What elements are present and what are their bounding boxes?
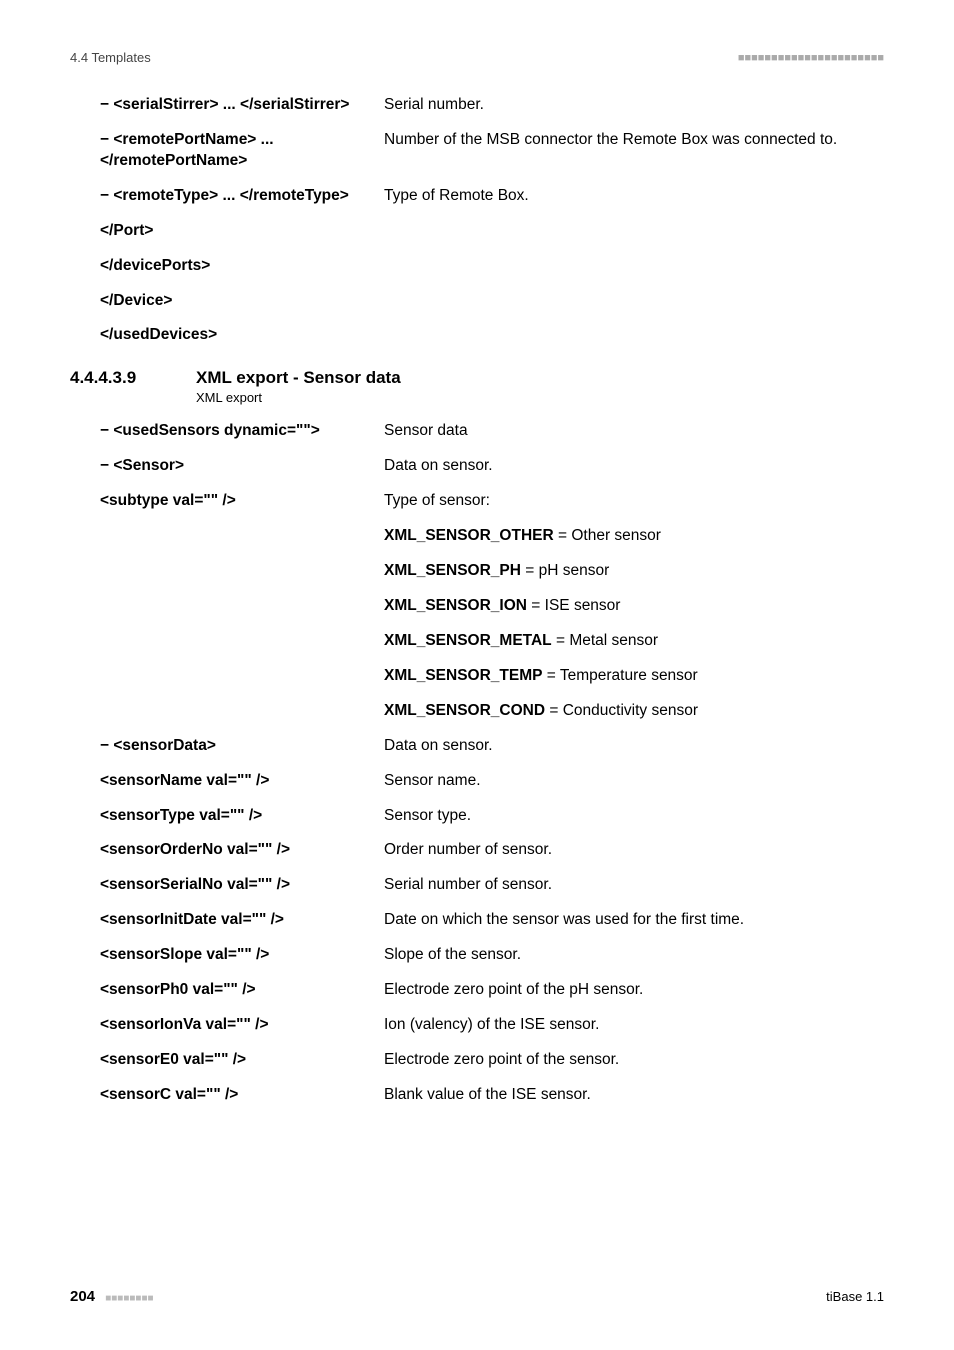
- xml-tag: <sensorIonVa val="" />: [100, 1015, 380, 1036]
- xml-tag: <sensorInitDate val="" />: [100, 910, 380, 931]
- footer-product: tiBase 1.1: [826, 1289, 884, 1304]
- definition-row: <sensorPh0 val="" />Electrode zero point…: [100, 980, 884, 1001]
- xml-tag: − <usedSensors dynamic="">: [100, 421, 380, 442]
- xml-tag: − <sensorData>: [100, 736, 380, 757]
- description: Data on sensor.: [380, 736, 884, 757]
- definition-row: − <remotePortName> ... </remotePortName>…: [100, 130, 884, 172]
- description: Type of Remote Box.: [380, 186, 884, 207]
- page-header: 4.4 Templates ■■■■■■■■■■■■■■■■■■■■■■: [70, 50, 884, 65]
- xml-tag: </usedDevices>: [100, 325, 380, 346]
- page-footer: 204 ■■■■■■■■ tiBase 1.1: [70, 1288, 884, 1305]
- section-subhead: XML export: [196, 390, 884, 405]
- section-title: XML export - Sensor data: [196, 368, 401, 388]
- definition-row: </Port>: [100, 221, 884, 242]
- definition-row: <sensorType val="" />Sensor type.: [100, 806, 884, 827]
- xml-tag: <sensorC val="" />: [100, 1085, 380, 1106]
- definition-row: XML_SENSOR_COND = Conductivity sensor: [100, 701, 884, 722]
- footer-page: 204 ■■■■■■■■: [70, 1288, 154, 1305]
- definition-row: </Device>: [100, 291, 884, 312]
- description: Serial number.: [380, 95, 884, 116]
- definition-row: <sensorSlope val="" />Slope of the senso…: [100, 945, 884, 966]
- definition-row: <subtype val="" />Type of sensor:: [100, 491, 884, 512]
- section-heading: 4.4.4.3.9 XML export - Sensor data: [70, 368, 884, 388]
- xml-tag: <sensorType val="" />: [100, 806, 380, 827]
- description: Type of sensor:: [380, 491, 884, 512]
- definition-row: </usedDevices>: [100, 325, 884, 346]
- header-squares: ■■■■■■■■■■■■■■■■■■■■■■: [738, 52, 884, 64]
- description: Electrode zero point of the sensor.: [380, 1050, 884, 1071]
- description: XML_SENSOR_OTHER = Other sensor: [380, 526, 884, 547]
- definition-row: − <usedSensors dynamic="">Sensor data: [100, 421, 884, 442]
- definition-row: XML_SENSOR_PH = pH sensor: [100, 561, 884, 582]
- xml-tag: <sensorOrderNo val="" />: [100, 840, 380, 861]
- description: Serial number of sensor.: [380, 875, 884, 896]
- xml-tag: − <Sensor>: [100, 456, 380, 477]
- description: Slope of the sensor.: [380, 945, 884, 966]
- definition-row: − <sensorData>Data on sensor.: [100, 736, 884, 757]
- description: XML_SENSOR_COND = Conductivity sensor: [380, 701, 884, 722]
- description: Ion (valency) of the ISE sensor.: [380, 1015, 884, 1036]
- definition-row: <sensorInitDate val="" />Date on which t…: [100, 910, 884, 931]
- definition-row: </devicePorts>: [100, 256, 884, 277]
- xml-tag: </Port>: [100, 221, 380, 242]
- description: XML_SENSOR_TEMP = Temperature sensor: [380, 666, 884, 687]
- definition-row: − <serialStirrer> ... </serialStirrer>Se…: [100, 95, 884, 116]
- description: Order number of sensor.: [380, 840, 884, 861]
- xml-tag: <sensorName val="" />: [100, 771, 380, 792]
- definition-row: − <Sensor>Data on sensor.: [100, 456, 884, 477]
- definition-row: XML_SENSOR_TEMP = Temperature sensor: [100, 666, 884, 687]
- xml-tag: <sensorPh0 val="" />: [100, 980, 380, 1001]
- xml-tag: <sensorSlope val="" />: [100, 945, 380, 966]
- definition-row: <sensorOrderNo val="" />Order number of …: [100, 840, 884, 861]
- description: Data on sensor.: [380, 456, 884, 477]
- footer-squares: ■■■■■■■■: [105, 1293, 153, 1304]
- description: Sensor data: [380, 421, 884, 442]
- xml-tag: − <remotePortName> ... </remotePortName>: [100, 130, 380, 172]
- definition-row: <sensorE0 val="" />Electrode zero point …: [100, 1050, 884, 1071]
- xml-tag: − <serialStirrer> ... </serialStirrer>: [100, 95, 380, 116]
- definition-row: − <remoteType> ... </remoteType>Type of …: [100, 186, 884, 207]
- description: Number of the MSB connector the Remote B…: [380, 130, 884, 151]
- definition-row: <sensorName val="" />Sensor name.: [100, 771, 884, 792]
- description: Blank value of the ISE sensor.: [380, 1085, 884, 1106]
- definition-row: <sensorC val="" />Blank value of the ISE…: [100, 1085, 884, 1106]
- section-number: 4.4.4.3.9: [70, 368, 196, 388]
- content: − <serialStirrer> ... </serialStirrer>Se…: [70, 95, 884, 1106]
- definition-row: XML_SENSOR_ION = ISE sensor: [100, 596, 884, 617]
- definition-row: XML_SENSOR_OTHER = Other sensor: [100, 526, 884, 547]
- definition-row: <sensorSerialNo val="" />Serial number o…: [100, 875, 884, 896]
- description: XML_SENSOR_METAL = Metal sensor: [380, 631, 884, 652]
- description: Sensor name.: [380, 771, 884, 792]
- xml-tag: − <remoteType> ... </remoteType>: [100, 186, 380, 207]
- description: XML_SENSOR_PH = pH sensor: [380, 561, 884, 582]
- header-left: 4.4 Templates: [70, 50, 151, 65]
- xml-tag: </devicePorts>: [100, 256, 380, 277]
- xml-tag: <sensorE0 val="" />: [100, 1050, 380, 1071]
- description: Date on which the sensor was used for th…: [380, 910, 884, 931]
- description: XML_SENSOR_ION = ISE sensor: [380, 596, 884, 617]
- description: Electrode zero point of the pH sensor.: [380, 980, 884, 1001]
- definition-row: XML_SENSOR_METAL = Metal sensor: [100, 631, 884, 652]
- xml-tag: <sensorSerialNo val="" />: [100, 875, 380, 896]
- xml-tag: </Device>: [100, 291, 380, 312]
- description: Sensor type.: [380, 806, 884, 827]
- xml-tag: <subtype val="" />: [100, 491, 380, 512]
- definition-row: <sensorIonVa val="" />Ion (valency) of t…: [100, 1015, 884, 1036]
